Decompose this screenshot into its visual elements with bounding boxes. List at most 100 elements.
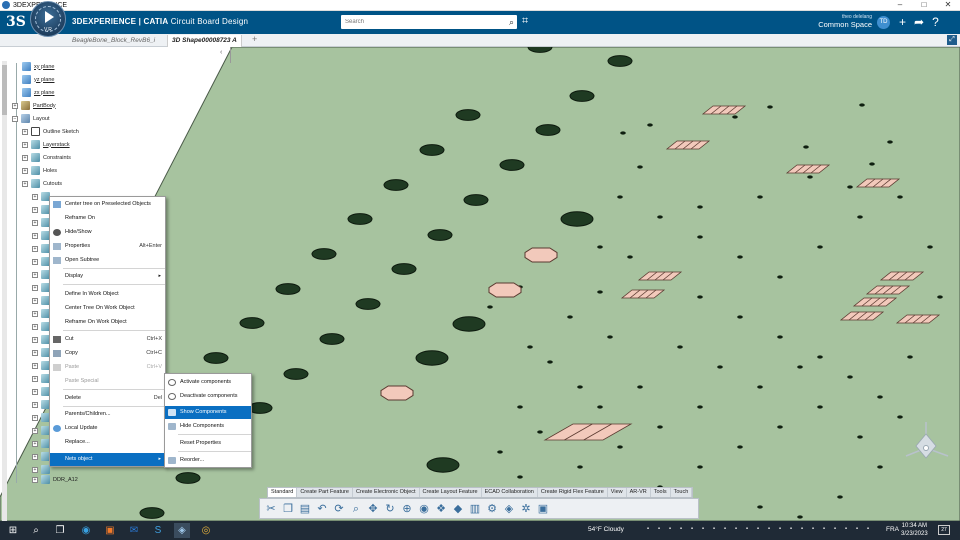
- tray-icon[interactable]: ▪: [864, 524, 872, 534]
- tree-node-holes[interactable]: + Holes: [22, 165, 57, 176]
- expand-icon[interactable]: +: [22, 167, 28, 174]
- tray-icon[interactable]: ▪: [721, 524, 729, 534]
- tree-node-constraints[interactable]: + Constraints: [22, 152, 71, 163]
- tree-node-layout[interactable]: − Layout: [12, 113, 50, 124]
- menu-item-hide-show[interactable]: Hide/Show: [50, 226, 165, 239]
- tree-node-layerstack[interactable]: + Layerstack: [22, 139, 70, 150]
- expand-icon[interactable]: +: [12, 102, 18, 109]
- help-icon[interactable]: ?: [932, 15, 939, 29]
- collapse-icon[interactable]: −: [12, 115, 18, 122]
- menu-item-center-tree-preselected[interactable]: Center tree on Preselected Objects: [50, 198, 165, 211]
- tree-node-ddr-a12[interactable]: + DDR_A12: [32, 474, 78, 485]
- settings-icon[interactable]: ⚙: [485, 502, 499, 516]
- skype-icon[interactable]: S: [150, 523, 166, 538]
- menu-item-replace[interactable]: Replace...: [50, 436, 165, 449]
- tray-icon[interactable]: ▪: [853, 524, 861, 534]
- layers-icon[interactable]: ▥: [468, 502, 482, 516]
- tree-node-cutouts[interactable]: + Cutouts: [22, 178, 62, 189]
- expand-icon[interactable]: +: [32, 453, 38, 460]
- tag-icon[interactable]: ⌗: [522, 15, 528, 28]
- capture-icon[interactable]: ◉: [417, 502, 431, 516]
- expand-icon[interactable]: +: [32, 232, 38, 239]
- scroll-thumb[interactable]: [2, 65, 7, 115]
- tree-node-partbody[interactable]: + PartBody: [12, 100, 56, 111]
- tab-tools[interactable]: Tools: [651, 488, 671, 497]
- tray-icon[interactable]: ▪: [787, 524, 795, 534]
- zoom-icon[interactable]: ⌕: [349, 502, 363, 516]
- share-icon[interactable]: ➦: [914, 15, 924, 29]
- menu-item-copy[interactable]: Copy Ctrl+C: [50, 347, 165, 360]
- menu-item-reframe-on[interactable]: Reframe On: [50, 212, 165, 225]
- expand-icon[interactable]: +: [32, 245, 38, 252]
- close-button[interactable]: ✕: [936, 0, 960, 11]
- tray-icon[interactable]: ▪: [754, 524, 762, 534]
- notification-center-icon[interactable]: 27: [938, 525, 950, 535]
- space-selector[interactable]: Common Space: [818, 20, 872, 29]
- tab-create-layout-feature[interactable]: Create Layout Feature: [420, 488, 482, 497]
- expand-icon[interactable]: +: [32, 440, 38, 447]
- tab-standard[interactable]: Standard: [268, 488, 298, 497]
- cube-view-icon[interactable]: ◆: [451, 502, 465, 516]
- windows-start-icon[interactable]: ⊞: [5, 523, 21, 538]
- pan-icon[interactable]: ✥: [366, 502, 380, 516]
- tray-icon[interactable]: ▪: [776, 524, 784, 534]
- expand-icon[interactable]: +: [32, 427, 38, 434]
- view-mode-icon[interactable]: ❖: [434, 502, 448, 516]
- clock[interactable]: 10:34 AM 3/23/2023: [901, 522, 928, 538]
- tree-node-yz-plane[interactable]: yz plane: [22, 74, 55, 85]
- expand-icon[interactable]: +: [32, 323, 38, 330]
- expand-icon[interactable]: +: [32, 466, 38, 473]
- tab-create-part-feature[interactable]: Create Part Feature: [297, 488, 353, 497]
- tab-touch[interactable]: Touch: [671, 488, 693, 497]
- tray-icon[interactable]: ▪: [655, 524, 663, 534]
- expand-icon[interactable]: +: [32, 349, 38, 356]
- tab-3d-shape[interactable]: 3D Shape00008723 A: [167, 35, 242, 47]
- menu-item-define-in-work-object[interactable]: Define In Work Object: [50, 288, 165, 301]
- tray-icon[interactable]: ▪: [677, 524, 685, 534]
- tray-icon[interactable]: ▪: [842, 524, 850, 534]
- zoom-area-icon[interactable]: ⊕: [400, 502, 414, 516]
- expand-icon[interactable]: +: [32, 375, 38, 382]
- user-info[interactable]: theo delelang Common Space: [818, 14, 872, 29]
- rotate-icon[interactable]: ↻: [383, 502, 397, 516]
- submenu-hide-components[interactable]: Hide Components: [165, 420, 251, 433]
- fullscreen-icon[interactable]: ⤢: [947, 35, 957, 45]
- tray-icon[interactable]: ▪: [743, 524, 751, 534]
- render-icon[interactable]: ◈: [502, 502, 516, 516]
- search-icon[interactable]: ⌕: [509, 17, 514, 27]
- menu-item-local-update[interactable]: Local Update: [50, 422, 165, 435]
- tab-ar-vr[interactable]: AR-VR: [627, 488, 651, 497]
- avatar[interactable]: TD: [877, 16, 890, 29]
- expand-icon[interactable]: +: [32, 414, 38, 421]
- tree-node-zx-plane[interactable]: zx plane: [22, 87, 55, 98]
- copy-icon[interactable]: ❐: [281, 502, 295, 516]
- submenu-deactivate-components[interactable]: Deactivate components: [165, 390, 251, 403]
- tab-create-rigid-flex-feature[interactable]: Create Rigid Flex Feature: [538, 488, 608, 497]
- tray-icon[interactable]: ▪: [765, 524, 773, 534]
- maximize-button[interactable]: □: [912, 0, 936, 11]
- expand-icon[interactable]: +: [32, 219, 38, 226]
- tab-ecad-collaboration[interactable]: ECAD Collaboration: [482, 488, 538, 497]
- select-icon[interactable]: ▣: [536, 502, 550, 516]
- new-tab-icon[interactable]: +: [252, 34, 257, 44]
- expand-icon[interactable]: +: [32, 271, 38, 278]
- submenu-reset-properties[interactable]: Reset Properties: [165, 437, 251, 450]
- menu-item-parents-children[interactable]: Parents/Children...: [50, 408, 165, 421]
- add-icon[interactable]: +: [899, 15, 906, 29]
- compass-triad-icon[interactable]: [900, 414, 956, 464]
- tree-scrollbar[interactable]: [2, 61, 7, 521]
- expand-icon[interactable]: +: [32, 284, 38, 291]
- menu-item-reframe-work-object[interactable]: Reframe On Work Object: [50, 316, 165, 329]
- tray-icon[interactable]: ▪: [831, 524, 839, 534]
- submenu-show-components[interactable]: Show Components: [165, 406, 251, 419]
- expand-icon[interactable]: +: [32, 258, 38, 265]
- tray-icon[interactable]: ▪: [732, 524, 740, 534]
- tab-create-electronic-object[interactable]: Create Electronic Object: [353, 488, 420, 497]
- expand-icon[interactable]: +: [22, 180, 28, 187]
- tab-beaglebone[interactable]: BeagleBone_Block_RevB6_i: [68, 35, 159, 47]
- expand-icon[interactable]: +: [32, 297, 38, 304]
- menu-item-paste[interactable]: Paste Ctrl+V: [50, 361, 165, 374]
- language-indicator[interactable]: FRA: [886, 526, 899, 533]
- menu-item-display[interactable]: Display ▸: [50, 270, 165, 283]
- menu-item-delete[interactable]: Delete Del: [50, 392, 165, 405]
